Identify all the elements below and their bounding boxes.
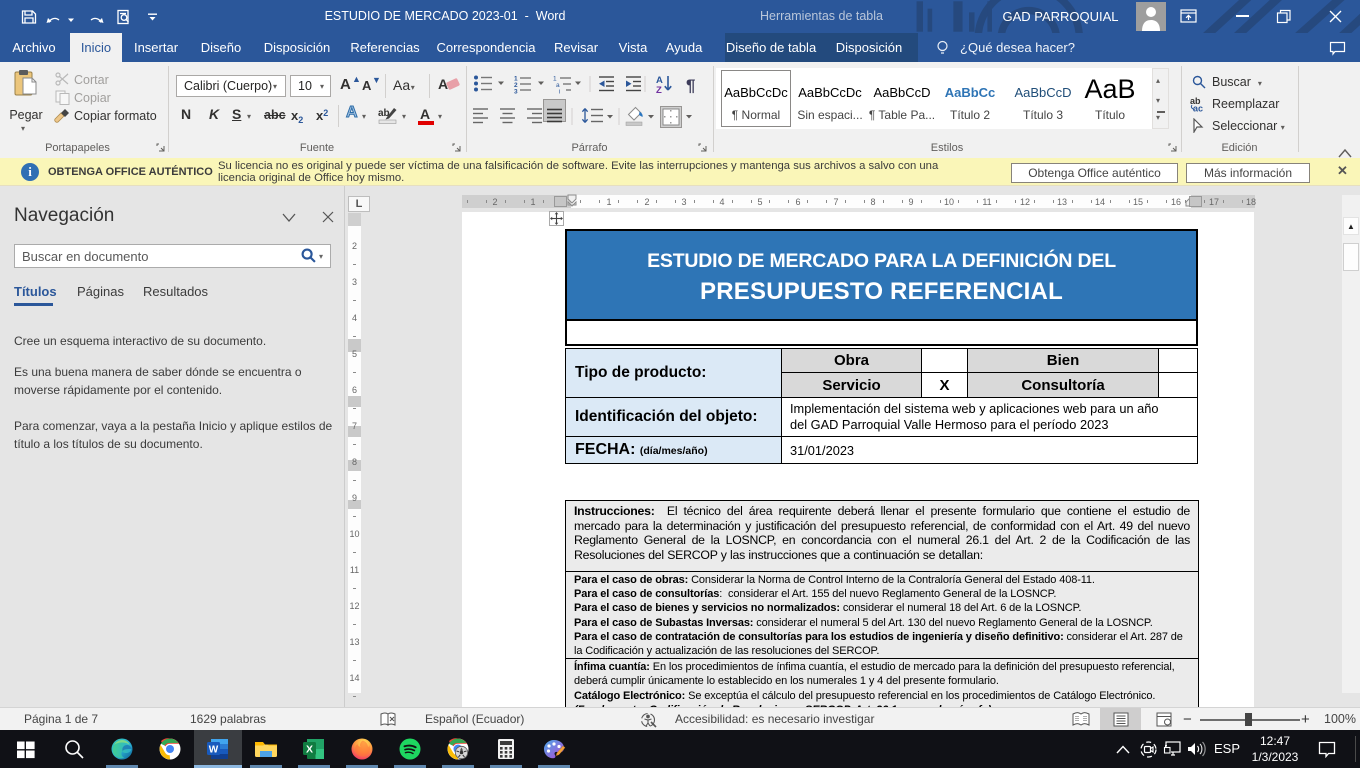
- svg-text:¶: ¶: [686, 76, 695, 94]
- svg-text:W: W: [209, 745, 219, 756]
- svg-text:ac: ac: [1193, 104, 1203, 113]
- svg-text:X: X: [306, 744, 313, 756]
- svg-text:i: i: [559, 89, 560, 95]
- svg-text:Z: Z: [656, 85, 662, 94]
- svg-text:3: 3: [514, 89, 518, 95]
